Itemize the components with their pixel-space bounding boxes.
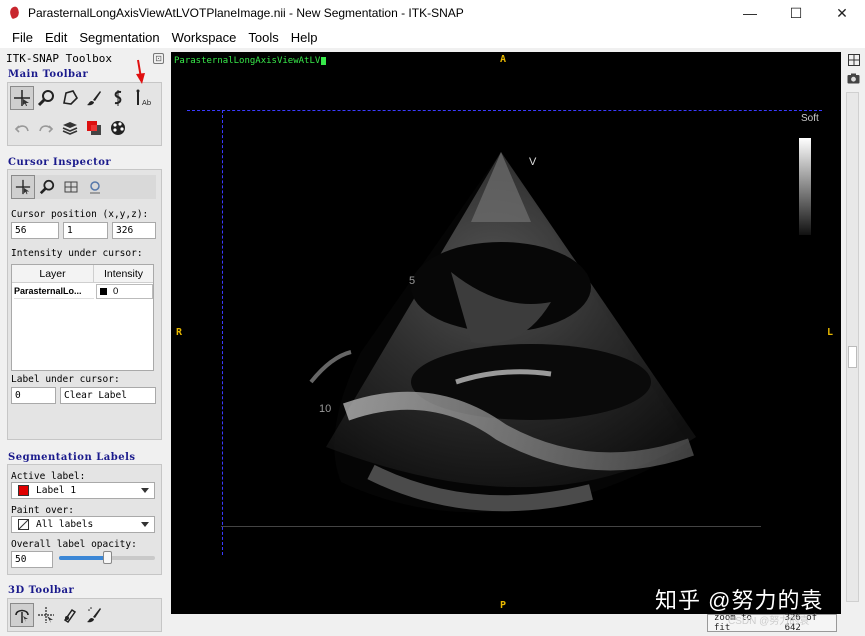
active-label-label: Active label: (11, 471, 86, 482)
colorbar (799, 138, 811, 235)
toolbox-panel: ITK-SNAP Toolbox ⊡ Main Toolbar Ab Curso… (0, 48, 170, 636)
window-title: ParasternalLongAxisViewAtLVOTPlaneImage.… (28, 6, 464, 20)
paint-over-value: All labels (36, 519, 94, 530)
menu-segmentation[interactable]: Segmentation (73, 30, 165, 45)
polygon-tool-icon[interactable] (58, 86, 82, 110)
table-row-intensity-value: 0 (113, 286, 119, 297)
crosshair-horizontal[interactable] (187, 110, 822, 111)
paint-over-dropdown[interactable]: All labels (11, 516, 155, 533)
chevron-down-icon (141, 488, 149, 493)
undo-icon[interactable] (10, 116, 34, 140)
slice-scrollbar-thumb[interactable] (848, 346, 857, 368)
sync-tab-icon[interactable] (83, 175, 107, 199)
layer-name-label: ParasternalLongAxisViewAtLV (174, 56, 327, 66)
annotation-arrow-icon (136, 59, 145, 84)
cursor-x-field[interactable]: 56 (11, 222, 59, 239)
minimize-button[interactable]: — (727, 0, 773, 26)
active-label-dropdown[interactable]: Label 1 (11, 482, 155, 499)
cursor-tab-icon[interactable] (11, 175, 35, 199)
orientation-right: L (827, 327, 834, 338)
intensity-swatch (100, 288, 107, 295)
orientation-top: A (500, 54, 507, 65)
itk-snap-logo-icon (8, 6, 22, 20)
viewer-side-strip (842, 52, 865, 614)
table-row-intensity[interactable]: 0 (96, 284, 153, 299)
label-id-field[interactable]: 0 (11, 387, 56, 404)
svg-text:Ab: Ab (142, 99, 151, 107)
3d-spraypaint-icon[interactable] (82, 603, 106, 627)
intensity-column-header[interactable]: Intensity (94, 265, 153, 283)
layer-name-text: ParasternalLongAxisViewAtLV (174, 56, 321, 66)
cursor-y-field[interactable]: 1 (63, 222, 108, 239)
watermark-text: 知乎 @努力的袁 (655, 588, 824, 613)
menu-tools[interactable]: Tools (242, 30, 284, 45)
color-palette-icon[interactable] (106, 116, 130, 140)
layout-grid-icon[interactable] (846, 54, 861, 68)
3d-crosshair-icon[interactable] (34, 603, 58, 627)
intensity-table: Layer Intensity ParasternalLo... 0 (11, 264, 154, 371)
active-label-value: Label 1 (36, 485, 77, 496)
opacity-slider[interactable] (59, 551, 155, 564)
label-editor-icon[interactable] (82, 116, 106, 140)
depth-marker-5: 5 (409, 275, 416, 287)
layout-tab-icon[interactable] (59, 175, 83, 199)
zoom-tool-icon[interactable] (34, 86, 58, 110)
orientation-bottom: P (500, 600, 507, 611)
cursor-z-field[interactable]: 326 (112, 222, 156, 239)
active-label-swatch (18, 485, 29, 496)
redo-icon[interactable] (34, 116, 58, 140)
text-cursor-icon (321, 56, 327, 65)
image-bottom-edge (221, 526, 761, 527)
3d-rotate-icon[interactable] (10, 603, 34, 627)
opacity-slider-fill (59, 556, 107, 560)
undock-icon[interactable]: ⊡ (153, 53, 164, 64)
layer-column-header[interactable]: Layer (12, 265, 94, 283)
slice-scrollbar[interactable] (846, 92, 859, 602)
label-under-cursor-label: Label under cursor: (11, 374, 120, 385)
cursor-position-label: Cursor position (x,y,z): (11, 209, 149, 220)
label-name-field[interactable]: Clear Label (60, 387, 156, 404)
opacity-field[interactable]: 50 (11, 551, 53, 568)
colorbar-label: Soft (801, 113, 819, 124)
menu-bar: File Edit Segmentation Workspace Tools H… (0, 26, 865, 48)
watermark-small-text: CSDN @努力的袁 (728, 616, 810, 627)
zoom-tab-icon[interactable] (35, 175, 59, 199)
annotation-tool-icon[interactable]: Ab (130, 86, 154, 110)
paintbrush-tool-icon[interactable] (82, 86, 106, 110)
menu-edit[interactable]: Edit (39, 30, 73, 45)
menu-help[interactable]: Help (285, 30, 324, 45)
opacity-label: Overall label opacity: (11, 539, 137, 550)
menu-file[interactable]: File (6, 30, 39, 45)
depth-marker-10: 10 (319, 403, 332, 415)
ultrasound-image (309, 152, 696, 513)
layers-icon[interactable] (58, 116, 82, 140)
title-bar: ParasternalLongAxisViewAtLVOTPlaneImage.… (0, 0, 865, 26)
chevron-down-icon (141, 522, 149, 527)
3d-scalpel-icon[interactable] (58, 603, 82, 627)
menu-workspace[interactable]: Workspace (166, 30, 243, 45)
camera-icon[interactable] (846, 73, 861, 87)
segmentation-labels-title: Segmentation Labels (8, 452, 136, 463)
close-button[interactable]: ✕ (819, 0, 865, 26)
cursor-inspector-title: Cursor Inspector (8, 157, 112, 168)
maximize-button[interactable]: ☐ (773, 0, 819, 26)
all-labels-icon (18, 519, 29, 530)
3d-toolbar-title: 3D Toolbar (8, 585, 75, 596)
main-toolbar-title: Main Toolbar (8, 69, 89, 80)
3d-toolbar-panel (7, 598, 162, 632)
toolbox-title: ITK-SNAP Toolbox (6, 52, 112, 65)
opacity-slider-handle[interactable] (103, 551, 112, 564)
main-toolbar-panel: Ab (7, 82, 162, 146)
crosshair-vertical[interactable] (222, 110, 223, 555)
depth-marker-v: V (529, 156, 537, 168)
snake-tool-icon[interactable] (106, 86, 130, 110)
table-row-layer[interactable]: ParasternalLo... (14, 284, 94, 299)
orientation-left: R (176, 327, 183, 338)
paint-over-label: Paint over: (11, 505, 74, 516)
intensity-label: Intensity under cursor: (11, 248, 143, 259)
slice-viewer[interactable]: ParasternalLongAxisViewAtLV A P R L Soft… (171, 52, 841, 614)
crosshair-tool-icon[interactable] (10, 86, 34, 110)
